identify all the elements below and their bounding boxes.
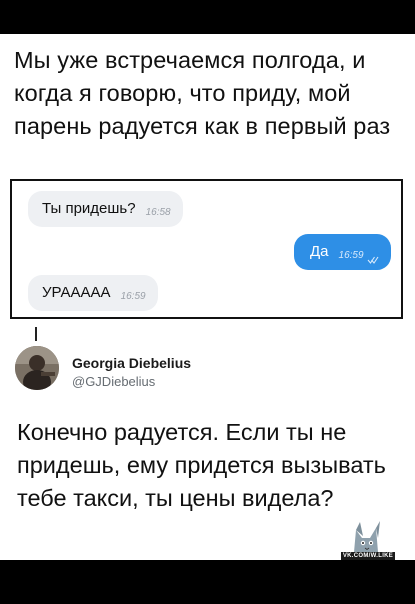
post-caption: Мы уже встречаемся полгода, и когда я го… (14, 47, 391, 139)
tweet-text: Конечно радуется. Если ты не придешь, ем… (17, 419, 386, 511)
message-time: 16:59 (120, 291, 146, 302)
message-text: Да (310, 243, 329, 260)
tweet-author-name[interactable]: Georgia Diebelius (72, 355, 191, 371)
tweet-author-handle[interactable]: @GJDiebelius (72, 374, 155, 389)
message-bubble-incoming: УРАААAA 16:59 (28, 275, 158, 311)
message-time: 16:59 (338, 250, 364, 261)
message-text: Ты придешь? (42, 200, 136, 217)
message-bubble-outgoing: Да 16:59 (294, 234, 391, 270)
thread-connector (35, 327, 37, 341)
chat-screenshot: Ты придешь? 16:58 Да 16:59 УРАААAA 16:59 (10, 179, 403, 319)
message-time: 16:58 (145, 207, 171, 218)
message-bubble-incoming: Ты придешь? 16:58 (28, 191, 183, 227)
post-content: Мы уже встречаемся полгода, и когда я го… (0, 34, 415, 560)
screenshot-frame: Мы уже встречаемся полгода, и когда я го… (0, 0, 415, 604)
watermark-label: VK.COM/W.LIKE (341, 552, 395, 560)
message-text: УРАААAA (42, 284, 111, 301)
double-check-icon (367, 251, 379, 264)
avatar[interactable] (15, 346, 59, 390)
